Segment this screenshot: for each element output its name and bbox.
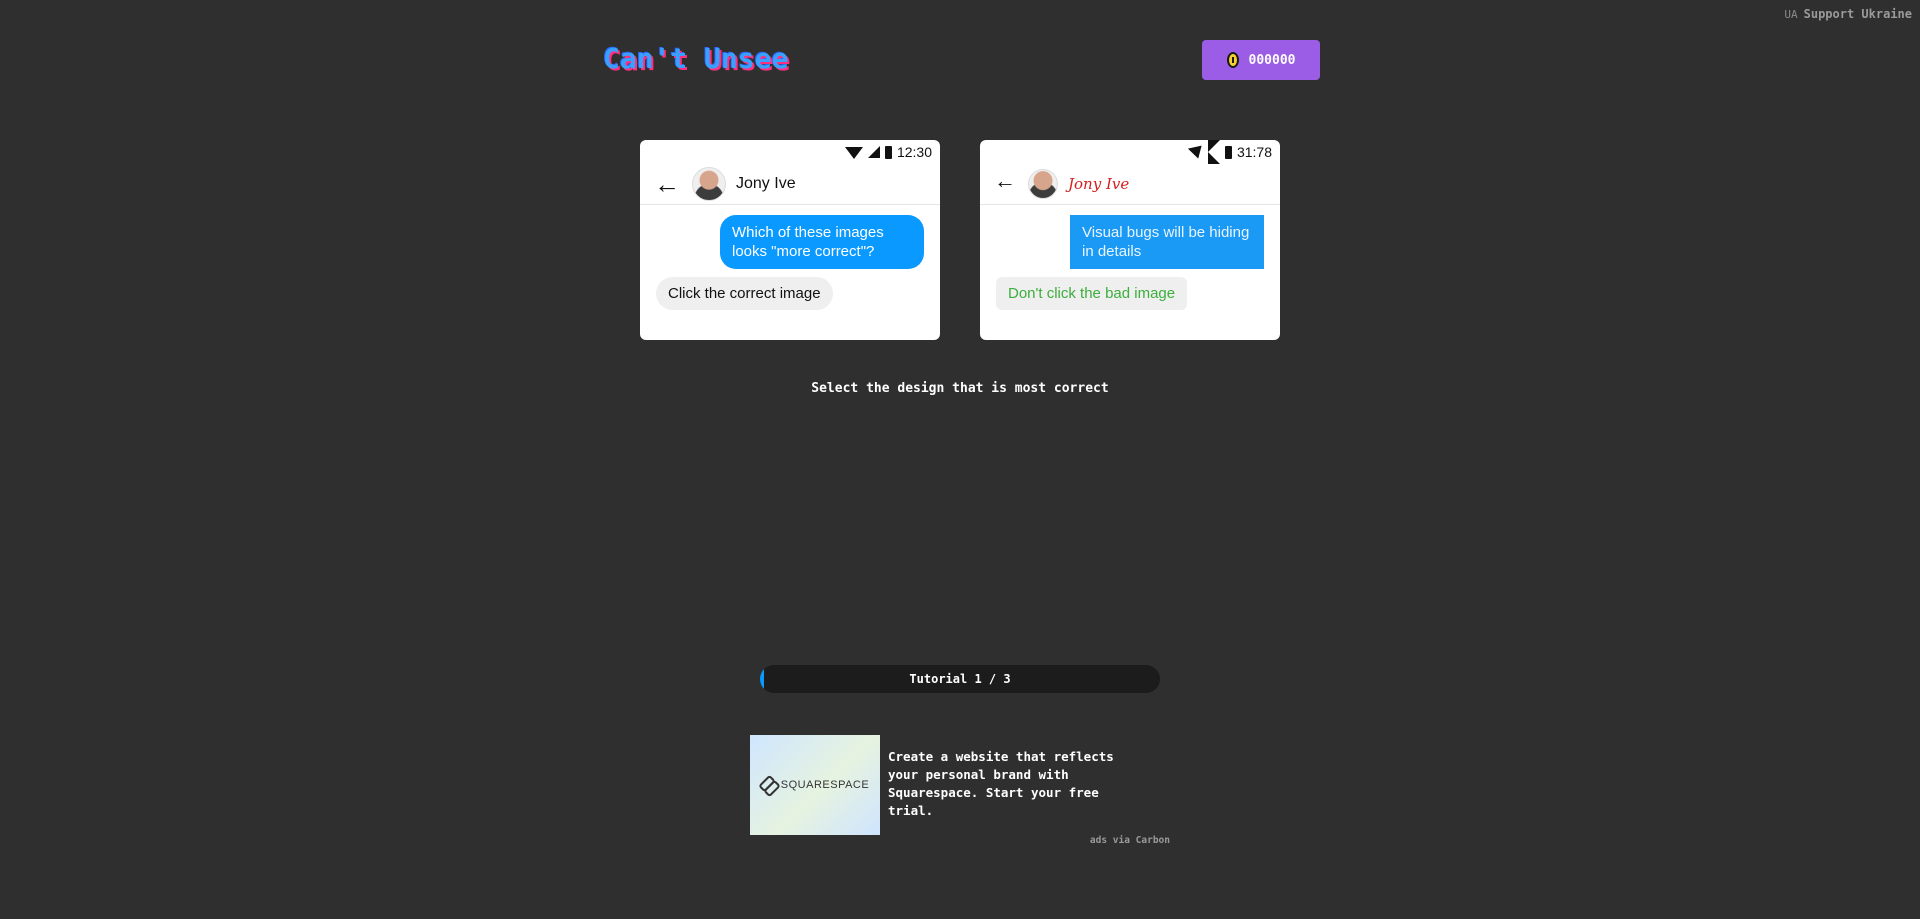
signal-icon [1207,140,1220,164]
carbon-ad: SQUARESPACE Create a website that reflec… [750,735,1170,855]
ad-brand: SQUARESPACE [780,779,870,791]
message-list: Visual bugs will be hiding in details Do… [980,205,1280,317]
back-arrow-icon: ← [994,168,1016,193]
coin-icon [1226,52,1239,68]
status-bar: 31:78 [980,140,1280,164]
outgoing-message: Which of these images looks "more correc… [720,215,924,269]
design-option-right[interactable]: 31:78 ← Jony Ive Visual bugs will be hid… [980,140,1280,340]
outgoing-message: Visual bugs will be hiding in details [1070,215,1264,269]
support-label: Support Ukraine [1803,7,1912,21]
coins-button[interactable]: 000000 [1202,40,1320,80]
ads-via-carbon-link[interactable]: ads via Carbon [1090,835,1170,846]
ad-text[interactable]: Create a website that reflects your pers… [888,748,1138,820]
progress-label: Tutorial 1 / 3 [909,672,1011,686]
support-prefix: UA [1784,7,1798,21]
ad-image[interactable]: SQUARESPACE [750,735,880,835]
logo[interactable]: Can't Unsee [603,42,788,75]
avatar [1028,169,1058,199]
status-bar: 12:30 [640,140,940,164]
contact-name: Jony Ive [1068,175,1130,193]
status-time: 12:30 [896,144,932,160]
chat-header: ← Jony Ive [640,164,940,205]
back-arrow-icon: ← [654,169,680,199]
signal-icon [867,146,880,158]
wifi-icon [844,147,863,159]
wifi-icon [1187,145,1205,161]
contact-name: Jony Ive [736,175,796,192]
incoming-message: Click the correct image [656,277,833,310]
instruction-text: Select the design that is most correct [811,381,1109,396]
design-option-left[interactable]: 12:30 ← Jony Ive Which of these images l… [640,140,940,340]
avatar [692,167,726,201]
chat-header: ← Jony Ive [980,164,1280,205]
message-list: Which of these images looks "more correc… [640,205,940,317]
status-time: 31:78 [1236,144,1272,160]
support-ukraine-link[interactable]: UA Support Ukraine [1784,7,1912,21]
squarespace-logo-icon [761,778,775,792]
page: UA Support Ukraine Can't Unsee 000000 12… [0,0,1920,919]
coin-count: 000000 [1248,52,1296,68]
battery-icon [1224,145,1232,159]
battery-icon [884,145,892,159]
tutorial-progress-bar: Tutorial 1 / 3 [760,665,1160,693]
incoming-message: Don't click the bad image [996,277,1188,310]
